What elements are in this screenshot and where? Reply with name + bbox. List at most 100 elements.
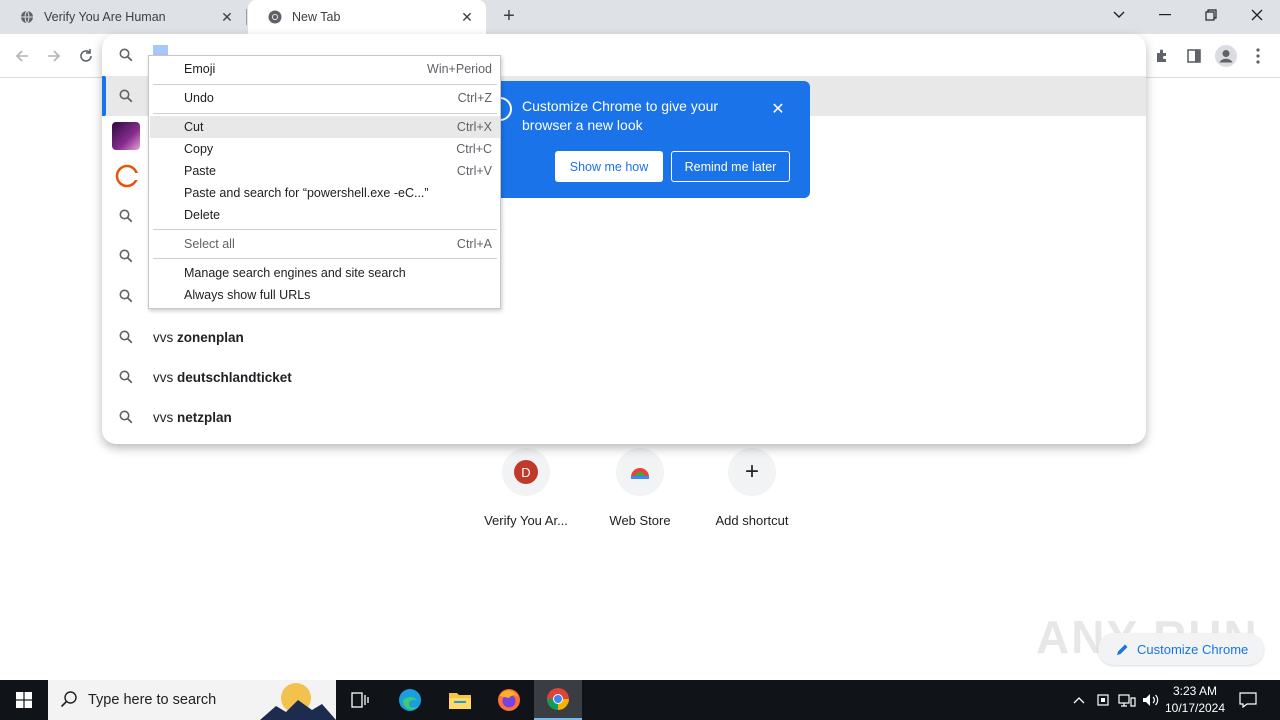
customize-chrome-button[interactable]: Customize Chrome (1098, 633, 1264, 665)
new-tab-button[interactable]: + (498, 5, 520, 27)
forward-icon[interactable] (42, 44, 66, 68)
chrome-taskbar-icon[interactable] (534, 680, 582, 720)
menu-item-label: Paste and search for “powershell.exe -eC… (184, 186, 429, 200)
close-window-icon[interactable] (1234, 0, 1280, 30)
reload-icon[interactable] (74, 44, 98, 68)
menu-item-undo[interactable]: Undo Ctrl+Z (150, 87, 500, 109)
back-icon[interactable] (10, 44, 34, 68)
close-tab-icon[interactable]: ✕ (458, 8, 476, 26)
extensions-icon[interactable] (1150, 44, 1174, 68)
shortcut-label: Web Store (609, 513, 671, 528)
selection-bar (102, 76, 106, 116)
menu-item-label: Delete (184, 208, 221, 222)
tab-new-tab[interactable]: New Tab ✕ (248, 0, 486, 34)
shortcut-icon: D (502, 448, 550, 496)
suggestion-row[interactable]: vvs deutschlandticket (102, 357, 1146, 397)
menu-divider (153, 113, 497, 114)
search-icon (119, 330, 133, 344)
shortcut-initial: D (514, 460, 538, 484)
suggestion-text: vvs netzplan (153, 409, 232, 425)
plus-symbol: + (744, 458, 759, 485)
tab-search-icon[interactable] (1096, 0, 1142, 30)
menu-item-shortcut: Ctrl+Z (457, 91, 492, 105)
taskbar-search-box[interactable]: Type here to search (48, 680, 336, 720)
search-icon (119, 370, 133, 384)
search-icon (119, 48, 133, 62)
menu-item-label: Emoji (184, 62, 216, 76)
windows-start-icon[interactable] (0, 680, 48, 720)
edge-icon[interactable] (386, 680, 434, 720)
customize-promo-bubble: Customize Chrome to give your browser a … (486, 81, 810, 198)
menu-item-shortcut: Ctrl+C (456, 142, 492, 156)
minimize-icon[interactable] (1142, 0, 1188, 30)
menu-item-always-show-full-urls[interactable]: Always show full URLs (150, 284, 500, 306)
tab-verify[interactable]: Verify You Are Human ✕ (0, 0, 246, 34)
firefox-icon[interactable] (485, 680, 533, 720)
tab-separator (246, 9, 247, 25)
search-highlight-image (260, 683, 336, 720)
menu-dots-icon[interactable] (1246, 44, 1270, 68)
show-me-how-button[interactable]: Show me how (555, 151, 663, 182)
search-icon (119, 289, 133, 303)
shortcut-label: Verify You Ar... (484, 513, 568, 528)
taskbar: Type here to search 3:23 AM 10/17/2024 (0, 680, 1280, 720)
menu-item-label: Manage search engines and site search (184, 266, 406, 280)
menu-divider (153, 258, 497, 259)
menu-item-paste-and-search[interactable]: Paste and search for “powershell.exe -eC… (150, 182, 500, 204)
shortcut-web-store[interactable]: Web Store (584, 448, 696, 528)
clock-date: 10/17/2024 (1164, 701, 1226, 715)
network-icon[interactable] (1116, 680, 1138, 720)
menu-item-paste[interactable]: Paste Ctrl+V (150, 160, 500, 182)
menu-item-cut[interactable]: Cut Ctrl+X (150, 116, 500, 138)
vvs-logo-icon (115, 164, 140, 188)
file-explorer-icon[interactable] (436, 680, 484, 720)
restore-icon[interactable] (1188, 0, 1234, 30)
close-tab-icon[interactable]: ✕ (218, 8, 236, 26)
menu-item-delete[interactable]: Delete (150, 204, 500, 226)
profile-icon[interactable] (1214, 44, 1238, 68)
menu-divider (153, 84, 497, 85)
menu-item-select-all[interactable]: Select all Ctrl+A (150, 233, 500, 255)
shortcut-verify[interactable]: D Verify You Ar... (470, 448, 582, 528)
clock-time: 3:23 AM (1172, 684, 1218, 698)
shortcut-add[interactable]: + Add shortcut (696, 448, 808, 528)
web-store-icon (616, 448, 664, 496)
menu-divider (153, 229, 497, 230)
customize-label: Customize Chrome (1137, 641, 1249, 657)
tray-app-icon[interactable] (1092, 680, 1114, 720)
menu-item-label: Always show full URLs (184, 288, 311, 302)
search-icon (119, 410, 133, 424)
menu-item-shortcut: Win+Period (427, 62, 492, 76)
remind-me-later-button[interactable]: Remind me later (671, 151, 790, 182)
search-icon (60, 691, 77, 708)
context-menu: Emoji Win+Period Undo Ctrl+Z Cut Ctrl+X … (148, 55, 501, 309)
promo-text: Customize Chrome to give your browser a … (522, 98, 719, 133)
globe-icon (20, 10, 34, 24)
menu-item-label: Select all (184, 237, 235, 251)
menu-item-label: Paste (184, 164, 216, 178)
tab-title: Verify You Are Human (44, 10, 166, 24)
side-panel-icon[interactable] (1182, 44, 1206, 68)
thumbnail-image (112, 122, 140, 150)
suggestion-text: vvs deutschlandticket (153, 369, 292, 385)
pencil-icon (1117, 644, 1128, 655)
task-view-icon[interactable] (336, 680, 384, 720)
search-icon (119, 249, 133, 263)
chrome-icon (268, 10, 282, 24)
menu-item-manage-search-engines[interactable]: Manage search engines and site search (150, 262, 500, 284)
menu-item-shortcut: Ctrl+A (456, 237, 492, 251)
search-icon (119, 209, 133, 223)
menu-item-emoji[interactable]: Emoji Win+Period (150, 58, 500, 80)
close-icon[interactable]: ✕ (768, 99, 788, 119)
menu-item-copy[interactable]: Copy Ctrl+C (150, 138, 500, 160)
clock[interactable]: 3:23 AM 10/17/2024 (1158, 683, 1232, 717)
suggestion-row[interactable]: vvs netzplan (102, 397, 1146, 437)
suggestion-row[interactable]: vvs zonenplan (102, 317, 1146, 357)
menu-item-label: Cut (184, 120, 204, 134)
plus-icon: + (728, 448, 776, 496)
menu-item-label: Undo (184, 91, 214, 105)
search-icon (119, 89, 133, 103)
notification-icon[interactable] (1236, 680, 1260, 720)
chevron-up-icon[interactable] (1068, 680, 1090, 720)
menu-item-shortcut: Ctrl+X (456, 120, 492, 134)
